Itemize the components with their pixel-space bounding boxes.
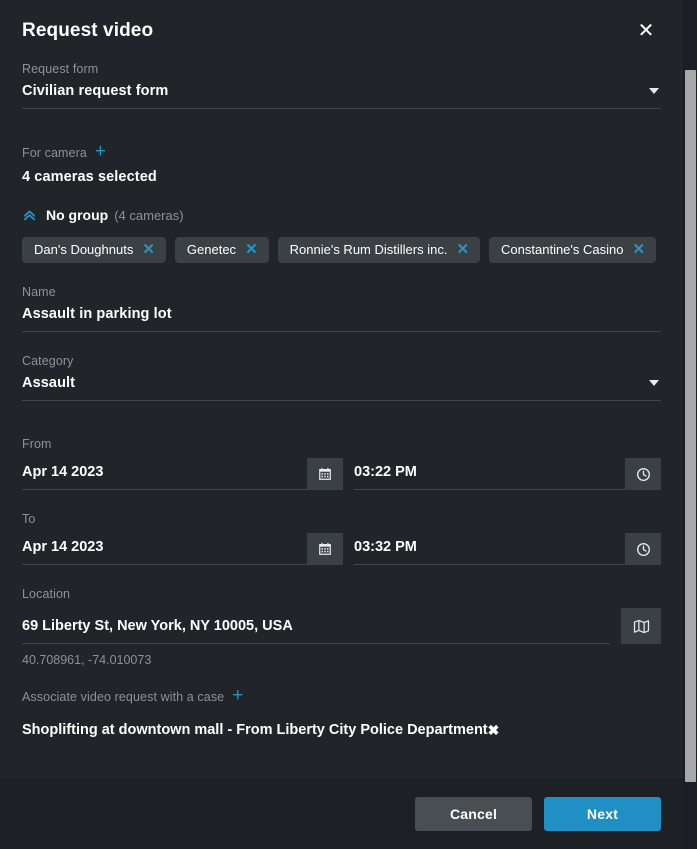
form-body: Request form Civilian request form For c… xyxy=(0,62,683,779)
case-label: Associate video request with a case xyxy=(22,689,225,704)
camera-chip[interactable]: Dan's Doughnuts ✕ xyxy=(22,237,166,263)
calendar-icon[interactable] xyxy=(307,458,343,490)
clock-icon[interactable] xyxy=(625,458,661,490)
plus-icon[interactable]: + xyxy=(95,142,106,161)
cameras-selected-summary: 4 cameras selected xyxy=(22,169,157,185)
request-form-select[interactable]: Civilian request form xyxy=(22,83,661,109)
for-camera-group: For camera + 4 cameras selected xyxy=(22,142,661,185)
chevron-down-icon[interactable] xyxy=(649,380,659,386)
to-label: To xyxy=(22,512,36,526)
category-value: Assault xyxy=(22,375,76,391)
map-icon[interactable] xyxy=(621,608,661,644)
close-icon[interactable]: ✖ xyxy=(488,723,500,737)
from-time-input[interactable]: 03:22 PM xyxy=(354,458,625,490)
cancel-button[interactable]: Cancel xyxy=(415,797,532,831)
dialog-header: Request video ✕ xyxy=(0,0,683,62)
for-camera-label-row: For camera + xyxy=(22,142,661,162)
name-label: Name xyxy=(22,285,56,299)
request-form-group: Request form Civilian request form xyxy=(22,62,661,109)
next-button[interactable]: Next xyxy=(544,797,661,831)
camera-group-name: No group xyxy=(46,207,109,223)
dialog-footer: Cancel Next xyxy=(0,779,683,849)
chevron-down-icon[interactable] xyxy=(649,88,659,94)
scrollbar[interactable] xyxy=(683,0,697,849)
category-group: Category Assault xyxy=(22,354,661,401)
camera-chip-label: Genetec xyxy=(186,242,237,257)
location-input[interactable]: 69 Liberty St, New York, NY 10005, USA xyxy=(22,608,610,644)
from-row: Apr 14 2023 03:22 PM xyxy=(22,458,661,490)
from-date-field: Apr 14 2023 xyxy=(22,458,343,490)
from-time-field: 03:22 PM xyxy=(354,458,661,490)
camera-chip[interactable]: Ronnie's Rum Distillers inc. ✕ xyxy=(277,237,481,263)
camera-chip[interactable]: Genetec ✕ xyxy=(174,237,269,263)
calendar-icon[interactable] xyxy=(307,533,343,565)
close-icon[interactable]: ✕ xyxy=(456,242,469,257)
location-coordinates: 40.708961, -74.010073 xyxy=(22,653,152,667)
scrollbar-thumb[interactable] xyxy=(685,70,696,782)
from-group: From Apr 14 2023 03:22 PM xyxy=(22,437,661,490)
camera-chip[interactable]: Constantine's Casino ✕ xyxy=(489,237,657,263)
close-icon[interactable]: ✕ xyxy=(245,242,258,257)
clock-icon[interactable] xyxy=(625,533,661,565)
to-time-input[interactable]: 03:32 PM xyxy=(354,533,625,565)
case-label-row: Associate video request with a case + xyxy=(22,686,661,706)
from-date-input[interactable]: Apr 14 2023 xyxy=(22,458,307,490)
plus-icon[interactable]: + xyxy=(232,686,243,705)
camera-chip-label: Constantine's Casino xyxy=(501,242,624,257)
request-form-value: Civilian request form xyxy=(22,83,169,99)
for-camera-label: For camera xyxy=(22,145,87,160)
associated-case-row: Shoplifting at downtown mall - From Libe… xyxy=(22,722,661,738)
camera-group-count: (4 cameras) xyxy=(114,207,184,223)
location-label: Location xyxy=(22,587,71,601)
from-label: From xyxy=(22,437,52,451)
camera-chip-list: Dan's Doughnuts ✕ Genetec ✕ Ronnie's Rum… xyxy=(22,237,661,263)
close-icon[interactable]: ✕ xyxy=(631,16,661,46)
camera-chip-label: Ronnie's Rum Distillers inc. xyxy=(289,242,448,257)
name-input[interactable]: Assault in parking lot xyxy=(22,306,661,332)
to-group: To Apr 14 2023 03:32 PM xyxy=(22,512,661,565)
close-icon[interactable]: ✕ xyxy=(142,242,155,257)
location-row: 69 Liberty St, New York, NY 10005, USA xyxy=(22,608,661,644)
to-date-field: Apr 14 2023 xyxy=(22,533,343,565)
camera-chip-label: Dan's Doughnuts xyxy=(34,242,134,257)
chevron-double-up-icon[interactable] xyxy=(22,208,37,223)
to-row: Apr 14 2023 03:32 PM xyxy=(22,533,661,565)
request-video-dialog: Request video ✕ Request form Civilian re… xyxy=(0,0,683,849)
close-icon[interactable]: ✕ xyxy=(632,242,645,257)
page-title: Request video xyxy=(22,20,154,41)
location-group: Location 69 Liberty St, New York, NY 100… xyxy=(22,587,661,667)
request-form-label: Request form xyxy=(22,62,99,76)
camera-group-row[interactable]: No group (4 cameras) xyxy=(22,207,661,223)
category-select[interactable]: Assault xyxy=(22,375,661,401)
case-group: Associate video request with a case + Sh… xyxy=(22,686,661,738)
category-label: Category xyxy=(22,354,74,368)
associated-case-name: Shoplifting at downtown mall - From Libe… xyxy=(22,722,488,738)
name-group: Name Assault in parking lot xyxy=(22,285,661,332)
to-date-input[interactable]: Apr 14 2023 xyxy=(22,533,307,565)
to-time-field: 03:32 PM xyxy=(354,533,661,565)
